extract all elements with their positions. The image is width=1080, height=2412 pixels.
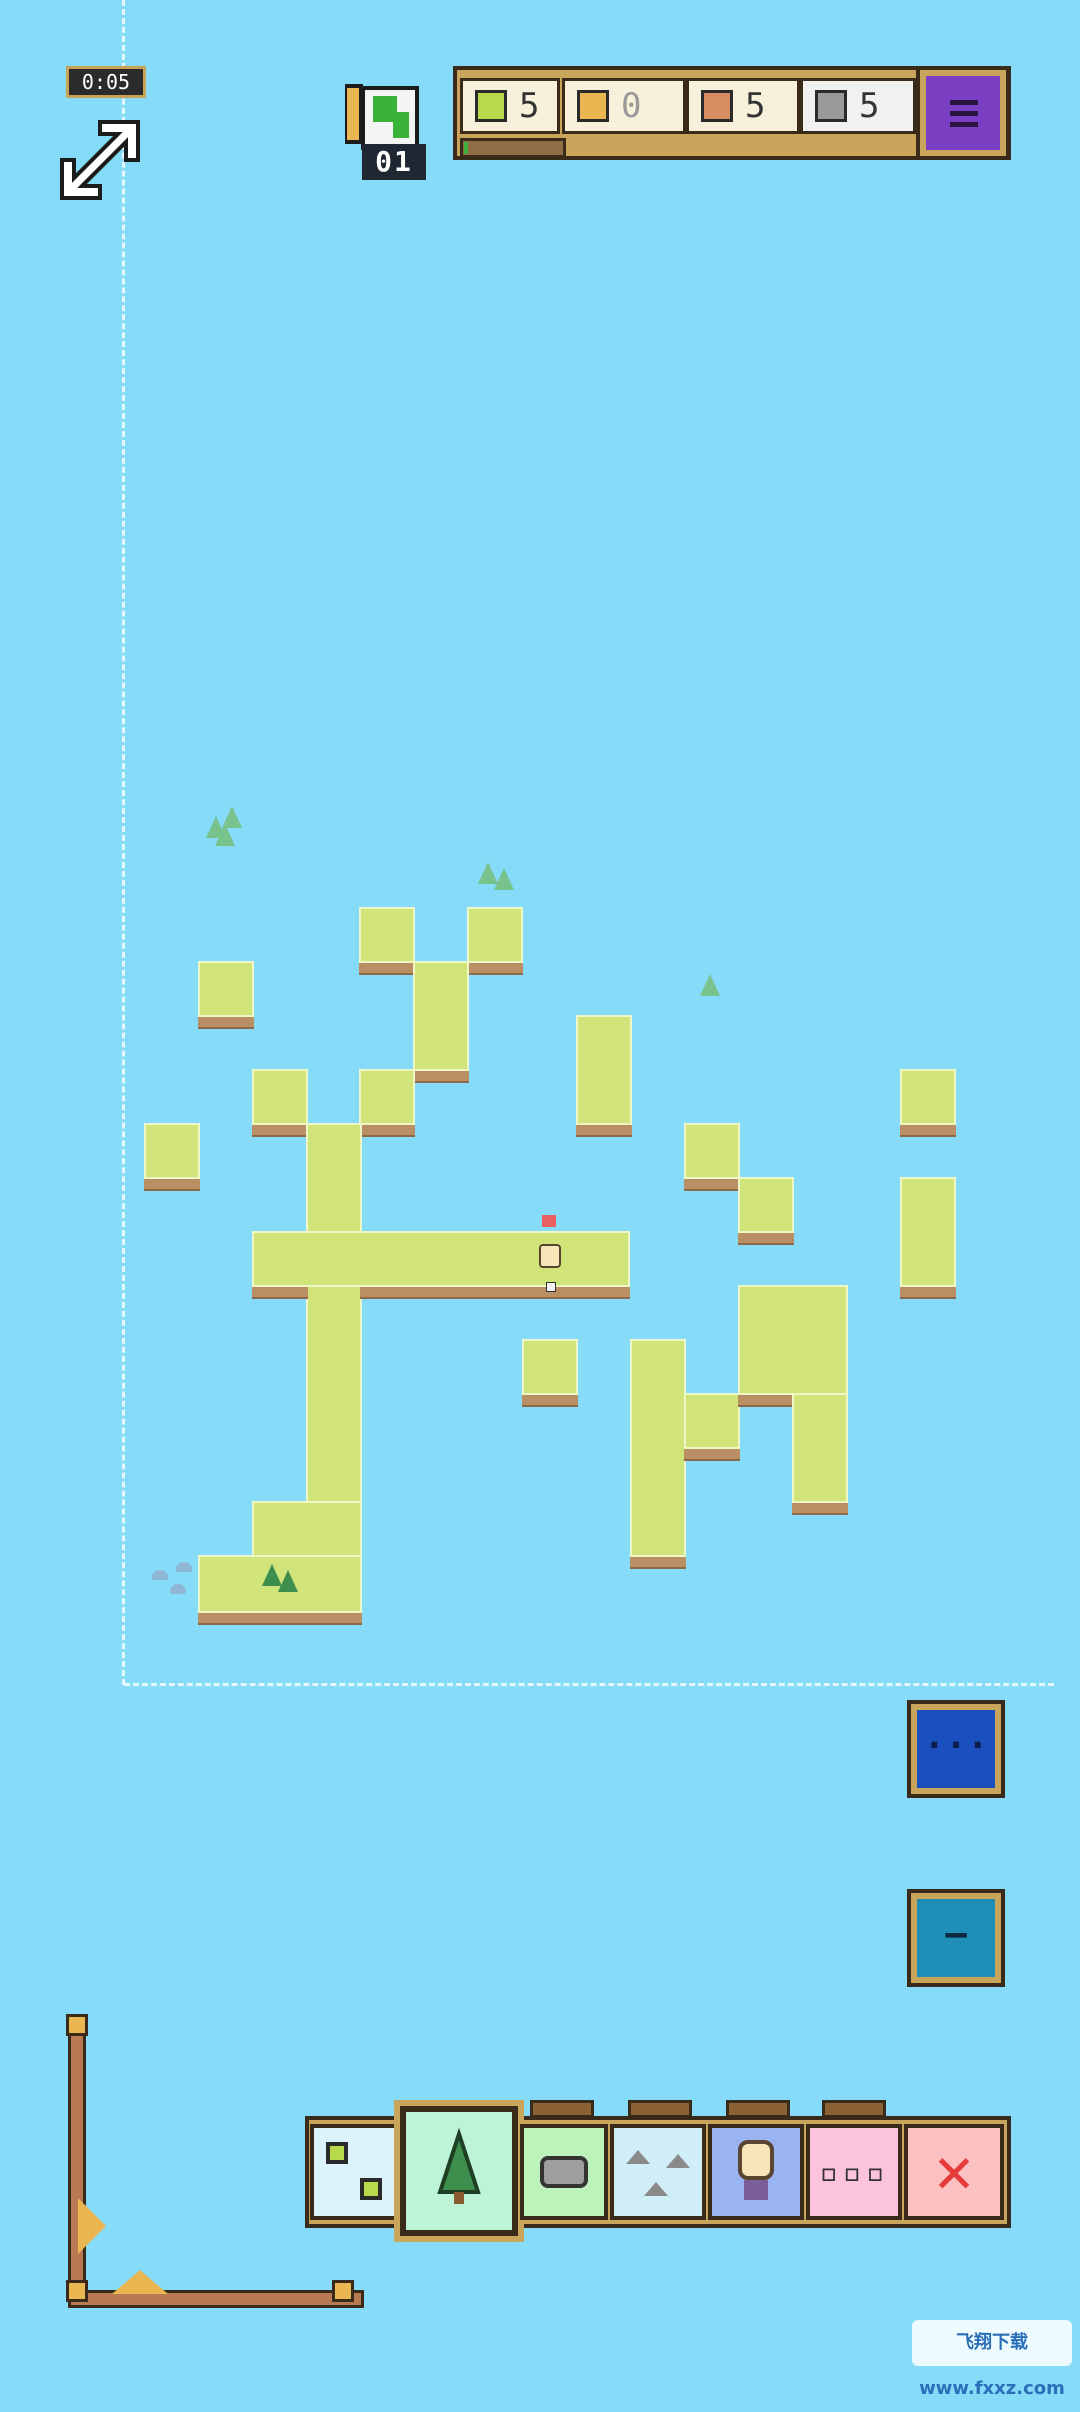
land-tile: [630, 1339, 686, 1557]
land-tile: [900, 1177, 956, 1287]
land-tile: [684, 1393, 740, 1449]
expansion-progress-fill: [464, 142, 468, 154]
land-tile: [792, 1393, 848, 1503]
stone-icon: [170, 1584, 186, 1594]
level-number: 01: [362, 144, 426, 180]
tool-more[interactable]: ▫▫▫: [806, 2124, 902, 2220]
watermark: 飞翔下载 www.fxxz.com: [912, 2320, 1072, 2399]
drawer-bracket-vertical: [68, 2018, 86, 2306]
more-options-button[interactable]: ···: [907, 1700, 1005, 1798]
expand-up-arrow-icon[interactable]: [112, 2270, 168, 2294]
land-tile: [252, 1069, 308, 1125]
delete-tool-button[interactable]: ✕: [904, 2124, 1004, 2220]
player-marker-icon: [542, 1215, 556, 1227]
elapsed-timer: 0:05: [66, 66, 146, 98]
selection-dot: [546, 1282, 556, 1292]
land-tile: [738, 1177, 794, 1233]
resource-wood-count: 0: [621, 86, 642, 126]
tree-icon: [700, 974, 720, 996]
land-tile: [359, 907, 415, 963]
expand-right-arrow-icon[interactable]: [78, 2198, 106, 2254]
expansion-progress-bar: [460, 138, 566, 158]
resource-leaf: 5: [460, 78, 560, 134]
menu-button[interactable]: [916, 66, 1010, 160]
clay-block-icon: [701, 90, 733, 122]
world-boundary-horizontal: [124, 1683, 1054, 1686]
land-tile: [738, 1285, 848, 1395]
land-tile: [576, 1015, 632, 1125]
land-tile: [359, 1069, 415, 1125]
land-tile: [252, 1231, 630, 1287]
land-tiles-icon: [326, 2142, 382, 2200]
stone-block-icon: [815, 90, 847, 122]
resource-stone-count: 5: [859, 86, 880, 126]
resource-leaf-count: 5: [519, 86, 540, 126]
tree-tool-icon: [437, 2127, 481, 2204]
villager-character[interactable]: [539, 1244, 561, 1268]
tool-rock[interactable]: [520, 2124, 608, 2220]
tool-villager[interactable]: [708, 2124, 804, 2220]
land-tile: [522, 1339, 578, 1395]
stone-icon: [176, 1562, 192, 1572]
hamburger-menu-icon: [950, 100, 978, 105]
fullscreen-expand-icon[interactable]: [54, 114, 146, 206]
tree-icon: [278, 1570, 298, 1592]
wood-crate-icon: [577, 90, 609, 122]
zoom-out-button[interactable]: −: [907, 1889, 1005, 1987]
villager-icon: [738, 2140, 774, 2200]
land-tile: [467, 907, 523, 963]
stone-icon: [152, 1570, 168, 1580]
resource-clay: 5: [686, 78, 800, 134]
tree-icon: [494, 868, 514, 890]
land-tile: [198, 961, 254, 1017]
mountains-icon: [626, 2150, 690, 2196]
resource-wood: 0: [562, 78, 686, 134]
tool-mountains[interactable]: [610, 2124, 706, 2220]
land-tile: [144, 1123, 200, 1179]
resource-stone: 5: [800, 78, 916, 134]
tool-tree[interactable]: [394, 2100, 524, 2242]
resource-clay-count: 5: [745, 86, 766, 126]
leaf-tile-icon: [475, 90, 507, 122]
tool-land-tiles[interactable]: [310, 2124, 400, 2220]
tree-icon: [215, 824, 235, 846]
land-tile: [413, 961, 469, 1071]
world-boundary-vertical: [122, 0, 125, 1685]
land-tile: [900, 1069, 956, 1125]
rock-icon: [540, 2156, 588, 2188]
land-tile: [684, 1123, 740, 1179]
